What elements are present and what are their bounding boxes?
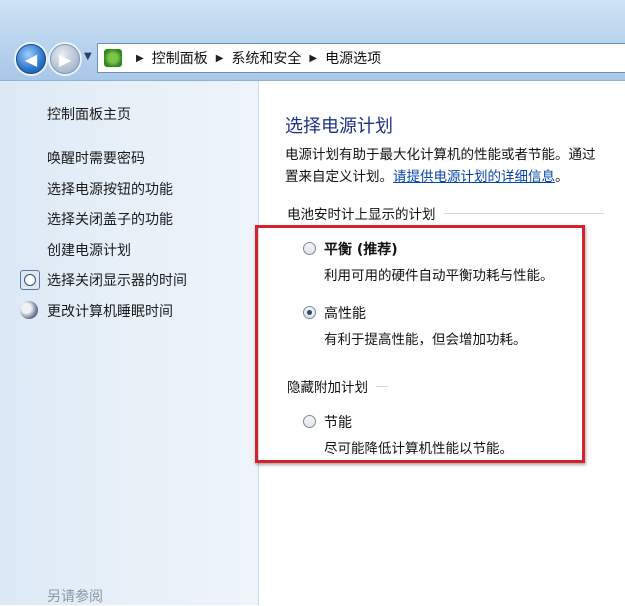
description-line-2: 置来自定义计划。请提供电源计划的详细信息。 xyxy=(285,166,625,188)
plan-power-saver-radio[interactable] xyxy=(303,415,316,428)
plan-balanced-name[interactable]: 平衡 (推荐) xyxy=(324,239,398,259)
plan-high-performance-name[interactable]: 高性能 xyxy=(324,303,366,323)
breadcrumb-system-security[interactable]: 系统和安全 xyxy=(231,48,301,68)
description-suffix: 。 xyxy=(555,169,569,185)
battery-plans-group-heading: 电池安时计上显示的计划 xyxy=(287,203,604,223)
clock-icon xyxy=(20,270,40,290)
history-dropdown-icon[interactable]: ▼ xyxy=(84,51,92,62)
group-divider xyxy=(376,385,388,387)
chevron-right-icon[interactable]: ▶ xyxy=(136,53,144,64)
sidebar-item-wake-password[interactable]: 唤醒时需要密码 xyxy=(47,148,145,168)
plan-balanced-radio[interactable] xyxy=(303,242,316,255)
sidebar-item-sleep-time[interactable]: 更改计算机睡眠时间 xyxy=(47,301,173,321)
description-line-1: 电源计划有助于最大化计算机的性能或者节能。通过 xyxy=(285,147,596,163)
group-label[interactable]: 隐藏附加计划 xyxy=(287,376,368,396)
plan-power-saver-desc: 尽可能降低计算机性能以节能。 xyxy=(324,441,513,457)
sidebar-item-display-off[interactable]: 选择关闭显示器的时间 xyxy=(47,270,187,290)
navigation-bar: ◀ ▶ ▼ ▶ 控制面板 ▶ 系统和安全 ▶ 电源选项 xyxy=(0,0,625,81)
group-label: 电池安时计上显示的计划 xyxy=(287,207,436,223)
sidebar-item-power-button[interactable]: 选择电源按钮的功能 xyxy=(47,179,173,199)
group-divider xyxy=(443,212,604,214)
arrow-left-icon: ◀ xyxy=(24,49,38,69)
arrow-right-icon: ▶ xyxy=(58,49,72,69)
control-panel-icon xyxy=(104,49,122,67)
hidden-plans-group-heading[interactable]: 隐藏附加计划 xyxy=(287,376,388,396)
see-also-heading: 另请参阅 xyxy=(47,589,103,605)
plan-details-link[interactable]: 请提供电源计划的详细信息 xyxy=(393,169,555,185)
page-description: 电源计划有助于最大化计算机的性能或者节能。通过 置来自定义计划。请提供电源计划的… xyxy=(285,144,625,188)
back-button[interactable]: ◀ xyxy=(16,44,46,74)
plan-high-performance-radio[interactable] xyxy=(303,306,316,319)
plan-balanced-desc: 利用可用的硬件自动平衡功耗与性能。 xyxy=(324,268,554,284)
main-content: 选择电源计划 电源计划有助于最大化计算机的性能或者节能。通过 置来自定义计划。请… xyxy=(259,81,625,605)
address-bar[interactable]: ▶ 控制面板 ▶ 系统和安全 ▶ 电源选项 xyxy=(97,43,625,73)
sidebar-item-control-panel-home[interactable]: 控制面板主页 xyxy=(47,104,131,124)
plan-power-saver-name[interactable]: 节能 xyxy=(324,412,352,432)
description-text: 置来自定义计划。 xyxy=(285,169,393,185)
left-task-pane: 控制面板主页 唤醒时需要密码 选择电源按钮的功能 选择关闭盖子的功能 创建电源计… xyxy=(0,81,259,605)
sidebar-item-create-plan[interactable]: 创建电源计划 xyxy=(47,240,131,260)
forward-button[interactable]: ▶ xyxy=(50,44,80,74)
breadcrumb-power-options[interactable]: 电源选项 xyxy=(325,48,381,68)
plan-high-performance-desc: 有利于提高性能，但会增加功耗。 xyxy=(324,332,527,348)
breadcrumb-control-panel[interactable]: 控制面板 xyxy=(152,48,208,68)
chevron-right-icon[interactable]: ▶ xyxy=(309,53,317,64)
chevron-right-icon[interactable]: ▶ xyxy=(216,53,224,64)
page-title: 选择电源计划 xyxy=(285,116,393,137)
sidebar-item-lid-close[interactable]: 选择关闭盖子的功能 xyxy=(47,209,173,229)
moon-icon xyxy=(20,301,38,319)
